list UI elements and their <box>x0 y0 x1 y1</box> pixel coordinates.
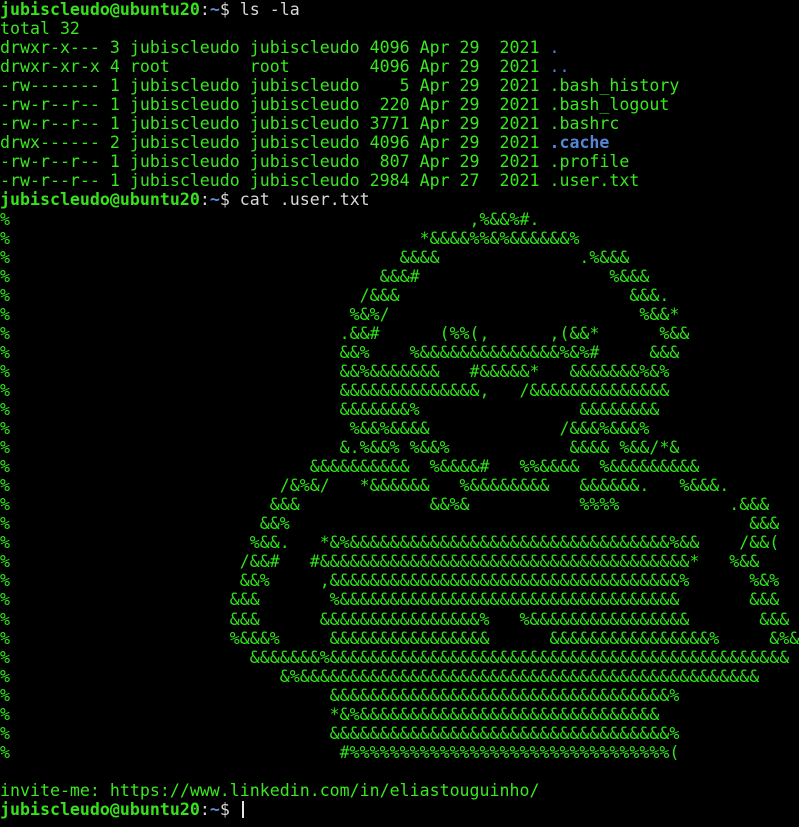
ascii-art-line: % &&&&&&&% &&&&&&&& <box>0 399 660 419</box>
ascii-art-line: % /&&& &&&. <box>0 285 670 305</box>
prompt-colon: : <box>199 799 210 819</box>
ascii-art-line: % &&% ,&&&&&&&&&&&&&&&&&&&&&&&&&&&&&&&&&… <box>0 571 780 591</box>
ascii-art-line: % %&%/ %&&* <box>0 304 680 324</box>
ls-row-meta: -rw-r--r-- 1 jubiscleudo jubiscleudo 220… <box>0 95 550 115</box>
ls-row: drwx------ 2 jubiscleudo jubiscleudo 409… <box>0 133 799 152</box>
ascii-art-line: % &&&&&&&&&&&&&&, /&&&&&&&&&&&&&& <box>0 380 670 400</box>
ls-row: -rw-r--r-- 1 jubiscleudo jubiscleudo 377… <box>0 114 799 133</box>
ascii-art-line: % *&&&&%%&%&&&&&&% <box>0 228 580 248</box>
prompt-user-host: jubiscleudo@ubuntu20 <box>0 799 200 819</box>
ascii-art-line: % &.%&&% %&&% &&&& %&&/*& <box>0 438 680 458</box>
ascii-art-line: % %&&&% &&&&&&&&&&&&&&&& &&&&&&&&&&&&&&&… <box>0 628 799 648</box>
ls-row-meta: drwxr-x--- 3 jubiscleudo jubiscleudo 409… <box>0 38 550 58</box>
ascii-art-line: % &&& &&%& %%%% .&&& <box>0 495 770 515</box>
ascii-art-line: % &&&&&&&%&&&&&&&&&&&&&&&&&&&&&&&&&&&&&&… <box>0 647 790 667</box>
ls-row-name: .cache <box>549 133 610 153</box>
ascii-art-line: % #%%%%%%%%%%%%%%%%%%%%%%%%%%%%%%%%( <box>0 742 680 762</box>
ls-row-meta: drwx------ 2 jubiscleudo jubiscleudo 409… <box>0 133 550 153</box>
ls-row-name: .profile <box>549 152 630 172</box>
prompt-line-ls: jubiscleudo@ubuntu20:~$ ls -la <box>0 0 799 19</box>
ls-row: drwxr-x--- 3 jubiscleudo jubiscleudo 409… <box>0 38 799 57</box>
ascii-art-line: % .&&# (%%(, ,(&&* %&& <box>0 323 690 343</box>
ls-row-meta: -rw-r--r-- 1 jubiscleudo jubiscleudo 298… <box>0 171 550 191</box>
ls-row: -rw------- 1 jubiscleudo jubiscleudo 5 A… <box>0 76 799 95</box>
ascii-art-line: % %&&%&&&& /&&&%&&&% <box>0 419 650 439</box>
ascii-art-line: % ,%&&%#. <box>0 209 540 229</box>
ascii-art-line: % /&&# #&&&&&&&&&&&&&&&&&&&&&&&&&&&&&&&&… <box>0 552 760 572</box>
prompt-colon: : <box>199 0 210 19</box>
ascii-art-line: % &&&# %&&& <box>0 266 650 286</box>
ls-row-name: .bashrc <box>549 114 620 134</box>
ls-row: -rw-r--r-- 1 jubiscleudo jubiscleudo 220… <box>0 95 799 114</box>
ls-row: -rw-r--r-- 1 jubiscleudo jubiscleudo 298… <box>0 171 799 190</box>
prompt-user-host: jubiscleudo@ubuntu20 <box>0 190 200 210</box>
command-ls: ls -la <box>239 0 300 19</box>
ls-row-name: .user.txt <box>549 171 640 191</box>
command-cat: cat .user.txt <box>239 190 370 210</box>
text-cursor[interactable] <box>241 800 244 818</box>
ascii-art-line: % &&% %&&&&&&&&&&&&&&%&%# &&& <box>0 342 680 362</box>
ls-row-name: .. <box>549 57 570 77</box>
ascii-art-line: % %&&. *&%&&&&&&&&&&&&&&&&&&&&&&&&&&&&&&… <box>0 533 780 553</box>
prompt-path: ~ <box>209 190 220 210</box>
ls-row: drwxr-xr-x 4 root root 4096 Apr 29 2021 … <box>0 57 799 76</box>
prompt-user-host: jubiscleudo@ubuntu20 <box>0 0 200 19</box>
ls-row-name: .bash_logout <box>549 95 670 115</box>
invite-text: invite-me: https://www.linkedin.com/in/e… <box>0 780 540 800</box>
ascii-art-line: % &&&& .%&&& <box>0 247 630 267</box>
ascii-art-line: % &&&&&&&&&&&&&&&&&&&&&&&&&&&&&&&&&&% <box>0 685 680 705</box>
ascii-art-line: % &&% &&& <box>0 514 780 534</box>
ascii-art-line: % &&&&&&&&&&&&&&&&&&&&&&&&&&&&&&&&&&% <box>0 723 680 743</box>
prompt-dollar: $ <box>219 190 240 210</box>
prompt-dollar: $ <box>219 0 240 19</box>
ls-row-meta: -rw------- 1 jubiscleudo jubiscleudo 5 A… <box>0 76 550 96</box>
ls-row-name: . <box>549 38 560 58</box>
ascii-art-line: % &&%&&&&&&& #&&&&&* &&&&&&&%&% <box>0 361 670 381</box>
ls-row-name: .bash_history <box>549 76 680 96</box>
prompt-line-current[interactable]: jubiscleudo@ubuntu20:~$ <box>0 800 799 819</box>
ascii-art-line: % *&%&&&&&&&&&&&&&&&&&&&&&&&&&&&&&& <box>0 704 660 724</box>
prompt-dollar: $ <box>219 799 240 819</box>
prompt-path: ~ <box>209 799 220 819</box>
ascii-art-line: % &%&&&&&&&&&&&&&&&&&&&&&&&&&&&&&&&&&&&&… <box>0 666 760 686</box>
ls-row-meta: -rw-r--r-- 1 jubiscleudo jubiscleudo 807… <box>0 152 550 172</box>
ls-total: total 32 <box>0 19 80 39</box>
ls-row-meta: drwxr-xr-x 4 root root 4096 Apr 29 2021 <box>0 57 550 77</box>
ls-row: -rw-r--r-- 1 jubiscleudo jubiscleudo 807… <box>0 152 799 171</box>
prompt-line-cat: jubiscleudo@ubuntu20:~$ cat .user.txt <box>0 190 799 209</box>
ascii-art-line: % &&& &&&&&&&&&&&&&&&&% %&&&&&&&&&&&&&&&… <box>0 609 790 629</box>
ascii-art-line: % &&&&&&&&&& %&&&&# %%&&&& %&&&&&&&&& <box>0 457 700 477</box>
ls-row-meta: -rw-r--r-- 1 jubiscleudo jubiscleudo 377… <box>0 114 550 134</box>
ascii-art-line: % /&%&/ *&&&&&& %&&&&&&&& &&&&&&. %&&&. <box>0 476 730 496</box>
prompt-colon: : <box>199 190 210 210</box>
ascii-art-line: % &&& %&&&&&&&&&&&&&&&&&&&&&&&&&&&&&&&&&… <box>0 590 780 610</box>
prompt-path: ~ <box>209 0 220 19</box>
terminal-window[interactable]: jubiscleudo@ubuntu20:~$ ls -la total 32 … <box>0 0 799 827</box>
